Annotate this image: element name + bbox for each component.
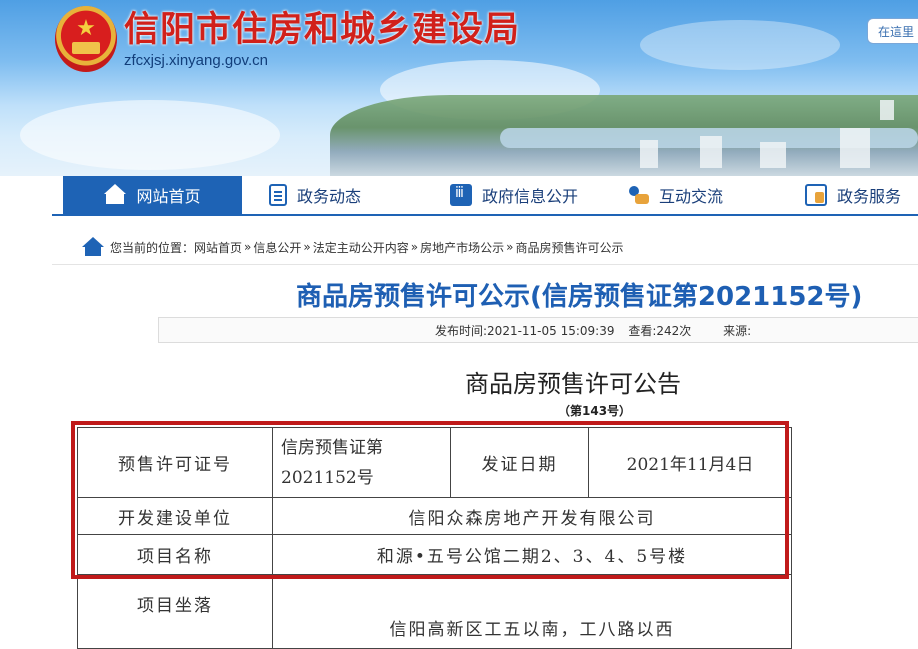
article-meta: 发布时间:2021-11-05 15:09:39 查看:242次 来源:: [435, 322, 761, 339]
banner-building: [880, 100, 894, 120]
permit-info-table: 预售许可证号 信房预售证第 2021152号 发证日期 2021年11月4日 开…: [77, 427, 792, 649]
issue-date-value: 2021年11月4日: [588, 427, 792, 498]
breadcrumb-link-market[interactable]: 房地产市场公示: [420, 239, 504, 256]
banner-building: [700, 136, 722, 168]
permit-number-label: 预售许可证号: [77, 427, 273, 498]
banner-cloud: [640, 20, 840, 70]
home-icon: [82, 237, 104, 257]
site-title: 信阳市住房和城乡建设局: [124, 10, 521, 50]
nav-item-info-public[interactable]: 政府信息公开: [450, 176, 630, 214]
location-value: 信阳高新区工五以南，工八路以西: [272, 574, 792, 649]
home-icon: [104, 184, 127, 206]
breadcrumb-separator: »: [506, 240, 514, 254]
main-nav: 网站首页 政务动态 政府信息公开 互动交流 政务服务: [52, 176, 918, 216]
breadcrumb-link-home[interactable]: 网站首页: [194, 239, 242, 256]
banner-cloud: [20, 100, 280, 170]
document-icon: [269, 184, 287, 206]
content-divider: [52, 264, 918, 265]
view-count: 查看:242次: [628, 324, 692, 338]
header-banner: ★ 信阳市住房和城乡建设局 zfcxjsj.xinyang.gov.cn 在這里: [0, 0, 918, 176]
nav-item-label: 网站首页: [136, 187, 201, 206]
permit-number-line2: 2021152号: [281, 467, 374, 488]
site-url: zfcxjsj.xinyang.gov.cn: [124, 52, 268, 69]
developer-value: 信阳众森房地产开发有限公司: [272, 497, 792, 535]
article-title: 商品房预售许可公示(信房预售证第2021152号): [296, 282, 863, 312]
table-row: 开发建设单位 信阳众森房地产开发有限公司: [77, 497, 792, 535]
breadcrumb-separator: »: [244, 240, 252, 254]
service-icon: [805, 184, 827, 206]
nav-item-news[interactable]: 政务动态: [269, 176, 429, 214]
info-public-icon: [450, 184, 472, 206]
permit-number-value: 信房预售证第 2021152号: [272, 427, 451, 498]
banner-building: [760, 142, 786, 168]
chat-users-icon: [627, 184, 649, 206]
nav-item-label: 互动交流: [659, 187, 724, 206]
notice-title: 商品房预售许可公告: [465, 370, 681, 398]
breadcrumb: 您当前的位置： 网站首页 » 信息公开 » 法定主动公开内容 » 房地产市场公示…: [82, 236, 623, 258]
banner-building: [840, 128, 870, 168]
table-row: 预售许可证号 信房预售证第 2021152号 发证日期 2021年11月4日: [77, 427, 792, 498]
publish-time: 发布时间:2021-11-05 15:09:39: [435, 324, 615, 338]
banner-building: [640, 140, 658, 168]
breadcrumb-link-current[interactable]: 商品房预售许可公示: [515, 239, 623, 256]
developer-label: 开发建设单位: [77, 497, 273, 535]
location-label: 项目坐落: [77, 574, 273, 649]
nav-item-home[interactable]: 网站首页: [63, 176, 242, 214]
national-emblem-icon: ★: [55, 6, 117, 72]
notice-number: （第143号）: [558, 404, 632, 418]
project-name-label: 项目名称: [77, 534, 273, 575]
breadcrumb-link-legal[interactable]: 法定主动公开内容: [313, 239, 409, 256]
breadcrumb-link-info[interactable]: 信息公开: [253, 239, 301, 256]
table-row: 项目坐落 信阳高新区工五以南，工八路以西: [77, 574, 792, 649]
nav-item-interaction[interactable]: 互动交流: [627, 176, 797, 214]
nav-item-services[interactable]: 政务服务: [805, 176, 918, 214]
table-row: 项目名称 和源•五号公馆二期2、3、4、5号楼: [77, 534, 792, 575]
breadcrumb-prefix: 您当前的位置：: [110, 240, 195, 255]
nav-item-label: 政务动态: [297, 187, 362, 206]
breadcrumb-separator: »: [303, 240, 311, 254]
nav-item-label: 政府信息公开: [482, 187, 579, 206]
permit-number-line1: 信房预售证第: [281, 437, 383, 458]
article-source: 来源:: [723, 324, 752, 338]
nav-item-label: 政务服务: [837, 187, 902, 206]
breadcrumb-separator: »: [410, 240, 419, 254]
project-name-value: 和源•五号公馆二期2、3、4、5号楼: [272, 534, 792, 575]
external-link-button[interactable]: 在這里: [867, 18, 918, 44]
issue-date-label: 发证日期: [450, 427, 589, 498]
